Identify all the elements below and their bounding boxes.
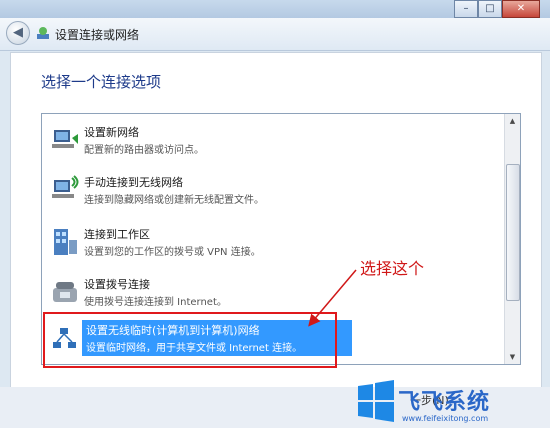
- watermark: 一步(N) 飞飞系统 www.feifeixitong.com: [356, 380, 546, 426]
- annotation-label: 选择这个: [360, 259, 425, 278]
- watermark-url: www.feifeixitong.com: [402, 414, 489, 423]
- watermark-brand: 飞飞系统: [398, 390, 491, 415]
- annotation-arrow: [308, 269, 357, 327]
- windows-logo-icon: [358, 380, 394, 422]
